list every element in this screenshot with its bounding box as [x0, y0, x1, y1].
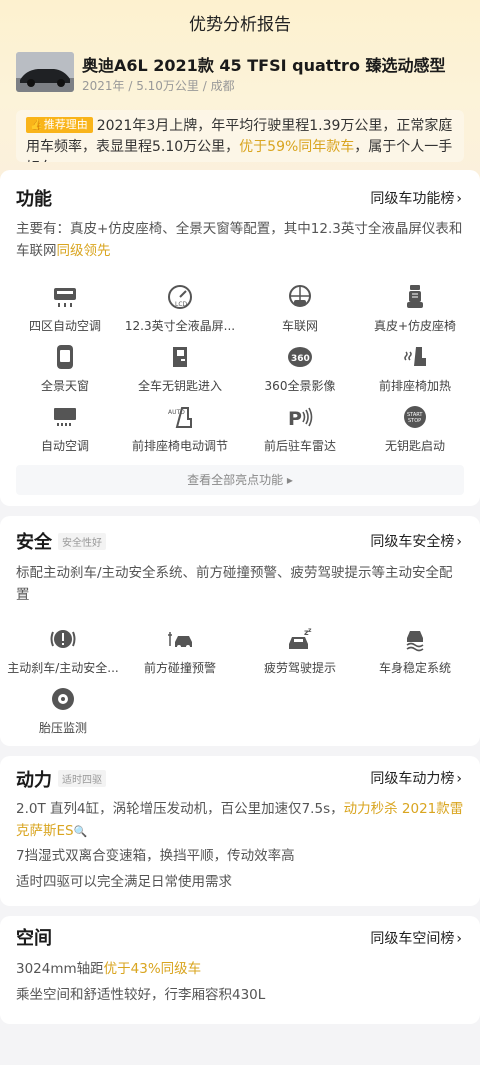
space-title: 空间	[16, 928, 52, 949]
camera-360-icon: 360	[288, 347, 312, 367]
svg-text:AUTO: AUTO	[168, 409, 185, 416]
stability-control-icon	[406, 631, 424, 652]
climate-4zone-icon	[54, 288, 76, 307]
leather-seat-icon	[407, 285, 423, 308]
recommend-tag: 👍推荐理由	[26, 117, 93, 133]
keyless-start-icon: STARTSTOP	[404, 406, 426, 428]
hero-header: 优势分析报告 奥迪A6L 2021款 45 TFSI quattro 臻选动感型…	[0, 0, 480, 180]
space-highlight: 优于43%同级车	[103, 961, 202, 977]
power-rank-link[interactable]: 同级车动力榜 ›	[370, 768, 462, 788]
feature-item[interactable]: 真皮+仿皮座椅	[355, 284, 475, 334]
feature-item[interactable]: AUTO 前排座椅电动调节	[120, 404, 240, 454]
features-desc-highlight: 同级领先	[56, 243, 111, 259]
safety-item[interactable]: 车身稳定系统	[355, 626, 475, 676]
safety-item[interactable]: 胎压监测	[3, 686, 123, 736]
power-badge: 适时四驱	[58, 770, 106, 787]
feature-item[interactable]: 360 360全景影像	[240, 344, 360, 394]
chevron-right-icon: ›	[456, 534, 462, 550]
seat-heating-icon	[404, 347, 426, 366]
feature-item[interactable]: LCD 12.3英寸全液晶屏...	[120, 284, 240, 334]
svg-text:360: 360	[291, 354, 310, 364]
auto-ac-icon	[54, 408, 76, 426]
feature-item[interactable]: 前排座椅加热	[355, 344, 475, 394]
svg-text:z: z	[308, 627, 312, 634]
svg-text:STOP: STOP	[408, 418, 421, 424]
page-title: 优势分析报告	[189, 15, 291, 35]
feature-item[interactable]: P 前后驻车雷达	[240, 404, 360, 454]
safety-card: 安全 安全性好 同级车安全榜 › 标配主动刹车/主动安全系统、前方碰撞预警、疲劳驾…	[0, 516, 480, 746]
power-card: 动力 适时四驱 同级车动力榜 › 2.0T 直列4缸，涡轮增压发动机，百公里加速仅…	[0, 756, 480, 906]
car-thumbnail[interactable]	[16, 52, 74, 92]
space-line-1: 3024mm轴距优于43%同级车	[16, 961, 202, 977]
svg-text:LCD: LCD	[175, 301, 188, 308]
collision-warning-icon	[168, 632, 192, 649]
feature-item[interactable]: 全车无钥匙进入	[120, 344, 240, 394]
thumbs-up-icon: 👍	[30, 118, 44, 131]
panoramic-sunroof-icon	[57, 345, 73, 369]
features-title: 功能	[16, 189, 52, 210]
safety-item[interactable]: 前方碰撞预警	[120, 626, 240, 676]
recommend-reason: 👍推荐理由 2021年3月上牌，年平均行驶里程1.39万公里，正常家庭用车频率，…	[16, 110, 464, 162]
car-meta: 2021年 / 5.10万公里 / 成都	[82, 79, 235, 93]
features-desc: 主要有：真皮+仿皮座椅、全景天窗等配置，其中12.3英寸全液晶屏仪表和车联网同级…	[16, 221, 463, 259]
safety-badge: 安全性好	[58, 533, 106, 550]
space-card: 空间 同级车空间榜 › 3024mm轴距优于43%同级车 乘坐空间和舒适性较好，行…	[0, 916, 480, 1024]
power-line-3: 适时四驱可以完全满足日常使用需求	[16, 874, 232, 890]
feature-item[interactable]: 四区自动空调	[5, 284, 125, 334]
lcd-gauge-icon: LCD	[168, 285, 192, 309]
car-name: 奥迪A6L 2021款 45 TFSI quattro 臻选动感型	[82, 56, 446, 75]
safety-desc: 标配主动刹车/主动安全系统、前方碰撞预警、疲劳驾驶提示等主动安全配置	[16, 565, 453, 603]
fatigue-alert-icon: zz	[289, 627, 312, 649]
features-rank-link[interactable]: 同级车功能榜 ›	[370, 188, 462, 208]
chevron-right-icon: ›	[456, 191, 462, 207]
parking-radar-icon: P	[288, 407, 313, 430]
chevron-right-icon: ›	[456, 771, 462, 787]
feature-item[interactable]: 自动空调	[5, 404, 125, 454]
brake-warning-icon	[50, 630, 76, 648]
reason-highlight: 优于59%同年款车	[239, 139, 355, 155]
power-line-1: 2.0T 直列4缸，涡轮增压发动机，百公里加速仅7.5s，动力秒杀 2021款雷…	[16, 801, 464, 839]
safety-item[interactable]: 主动刹车/主动安全...	[3, 626, 123, 676]
power-line-2: 7挡湿式双离合变速箱，换挡平顺，传动效率高	[16, 848, 295, 864]
feature-item[interactable]: START STOP 无钥匙启动	[355, 404, 475, 454]
feature-item[interactable]: 全景天窗	[5, 344, 125, 394]
safety-rank-link[interactable]: 同级车安全榜 ›	[370, 531, 462, 551]
connected-car-icon	[289, 285, 311, 307]
space-rank-link[interactable]: 同级车空间榜 ›	[370, 928, 462, 948]
space-line-2: 乘坐空间和舒适性较好，行李厢容积430L	[16, 987, 266, 1003]
features-card: 功能 同级车功能榜 › 主要有：真皮+仿皮座椅、全景天窗等配置，其中12.3英寸全…	[0, 170, 480, 506]
power-title: 动力	[16, 770, 52, 791]
keyless-entry-icon	[173, 347, 187, 367]
view-all-features-button[interactable]: 查看全部亮点功能 ▸	[16, 465, 464, 495]
tire-pressure-icon	[52, 688, 74, 710]
svg-text:P: P	[288, 408, 302, 430]
power-seat-icon: AUTO	[168, 407, 192, 428]
feature-item[interactable]: 车联网	[240, 284, 360, 334]
chevron-right-icon: ›	[456, 931, 462, 947]
search-icon[interactable]: 🔍	[74, 825, 88, 838]
safety-item[interactable]: zz 疲劳驾驶提示	[240, 626, 360, 676]
safety-title: 安全	[16, 532, 52, 553]
